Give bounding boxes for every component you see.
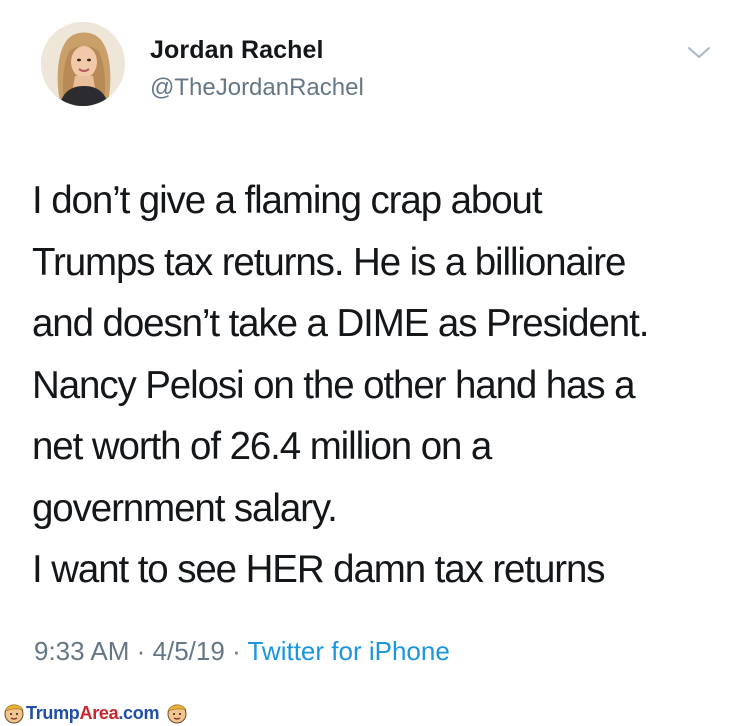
watermark-com: .com xyxy=(118,703,160,723)
tweet-card: Jordan Rachel @TheJordanRachel I don’t g… xyxy=(0,0,740,700)
tweet-text-line: net worth of 26.4 million on a xyxy=(32,425,492,468)
tweet-text-line: Nancy Pelosi on the other hand has a xyxy=(32,363,636,407)
tweet-text-line: Trumps tax returns. He is a billionaire xyxy=(32,240,626,284)
avatar-image xyxy=(41,22,125,106)
avatar[interactable] xyxy=(41,22,125,106)
meta-separator: · xyxy=(136,636,153,666)
tweet-text: I don’t give a flaming crap about Trumps… xyxy=(32,170,722,601)
tweet-meta: 9:33 AM · 4/5/19 · Twitter for iPhone xyxy=(34,636,450,667)
watermark: Trump Area .com xyxy=(2,701,189,725)
tweet-text-line: I want to see HER damn tax returns xyxy=(32,548,606,591)
tweet-source-link[interactable]: Twitter for iPhone xyxy=(247,636,449,666)
tweet-text-line: government salary. xyxy=(32,486,338,530)
author-name[interactable]: Jordan Rachel xyxy=(150,36,324,65)
meta-separator: · xyxy=(232,636,248,666)
trump-face-icon xyxy=(167,704,187,724)
author-handle[interactable]: @TheJordanRachel xyxy=(150,74,364,102)
watermark-trump: Trump xyxy=(26,703,80,723)
chevron-down-icon[interactable] xyxy=(686,44,712,62)
tweet-text-line: I don’t give a flaming crap about xyxy=(32,179,543,222)
tweet-time[interactable]: 9:33 AM xyxy=(34,636,129,666)
tweet-date[interactable]: 4/5/19 xyxy=(153,636,225,666)
tweet-text-line: and doesn’t take a DIME as President. xyxy=(32,302,649,345)
watermark-area: Area xyxy=(79,703,119,723)
trump-face-icon xyxy=(4,704,24,724)
